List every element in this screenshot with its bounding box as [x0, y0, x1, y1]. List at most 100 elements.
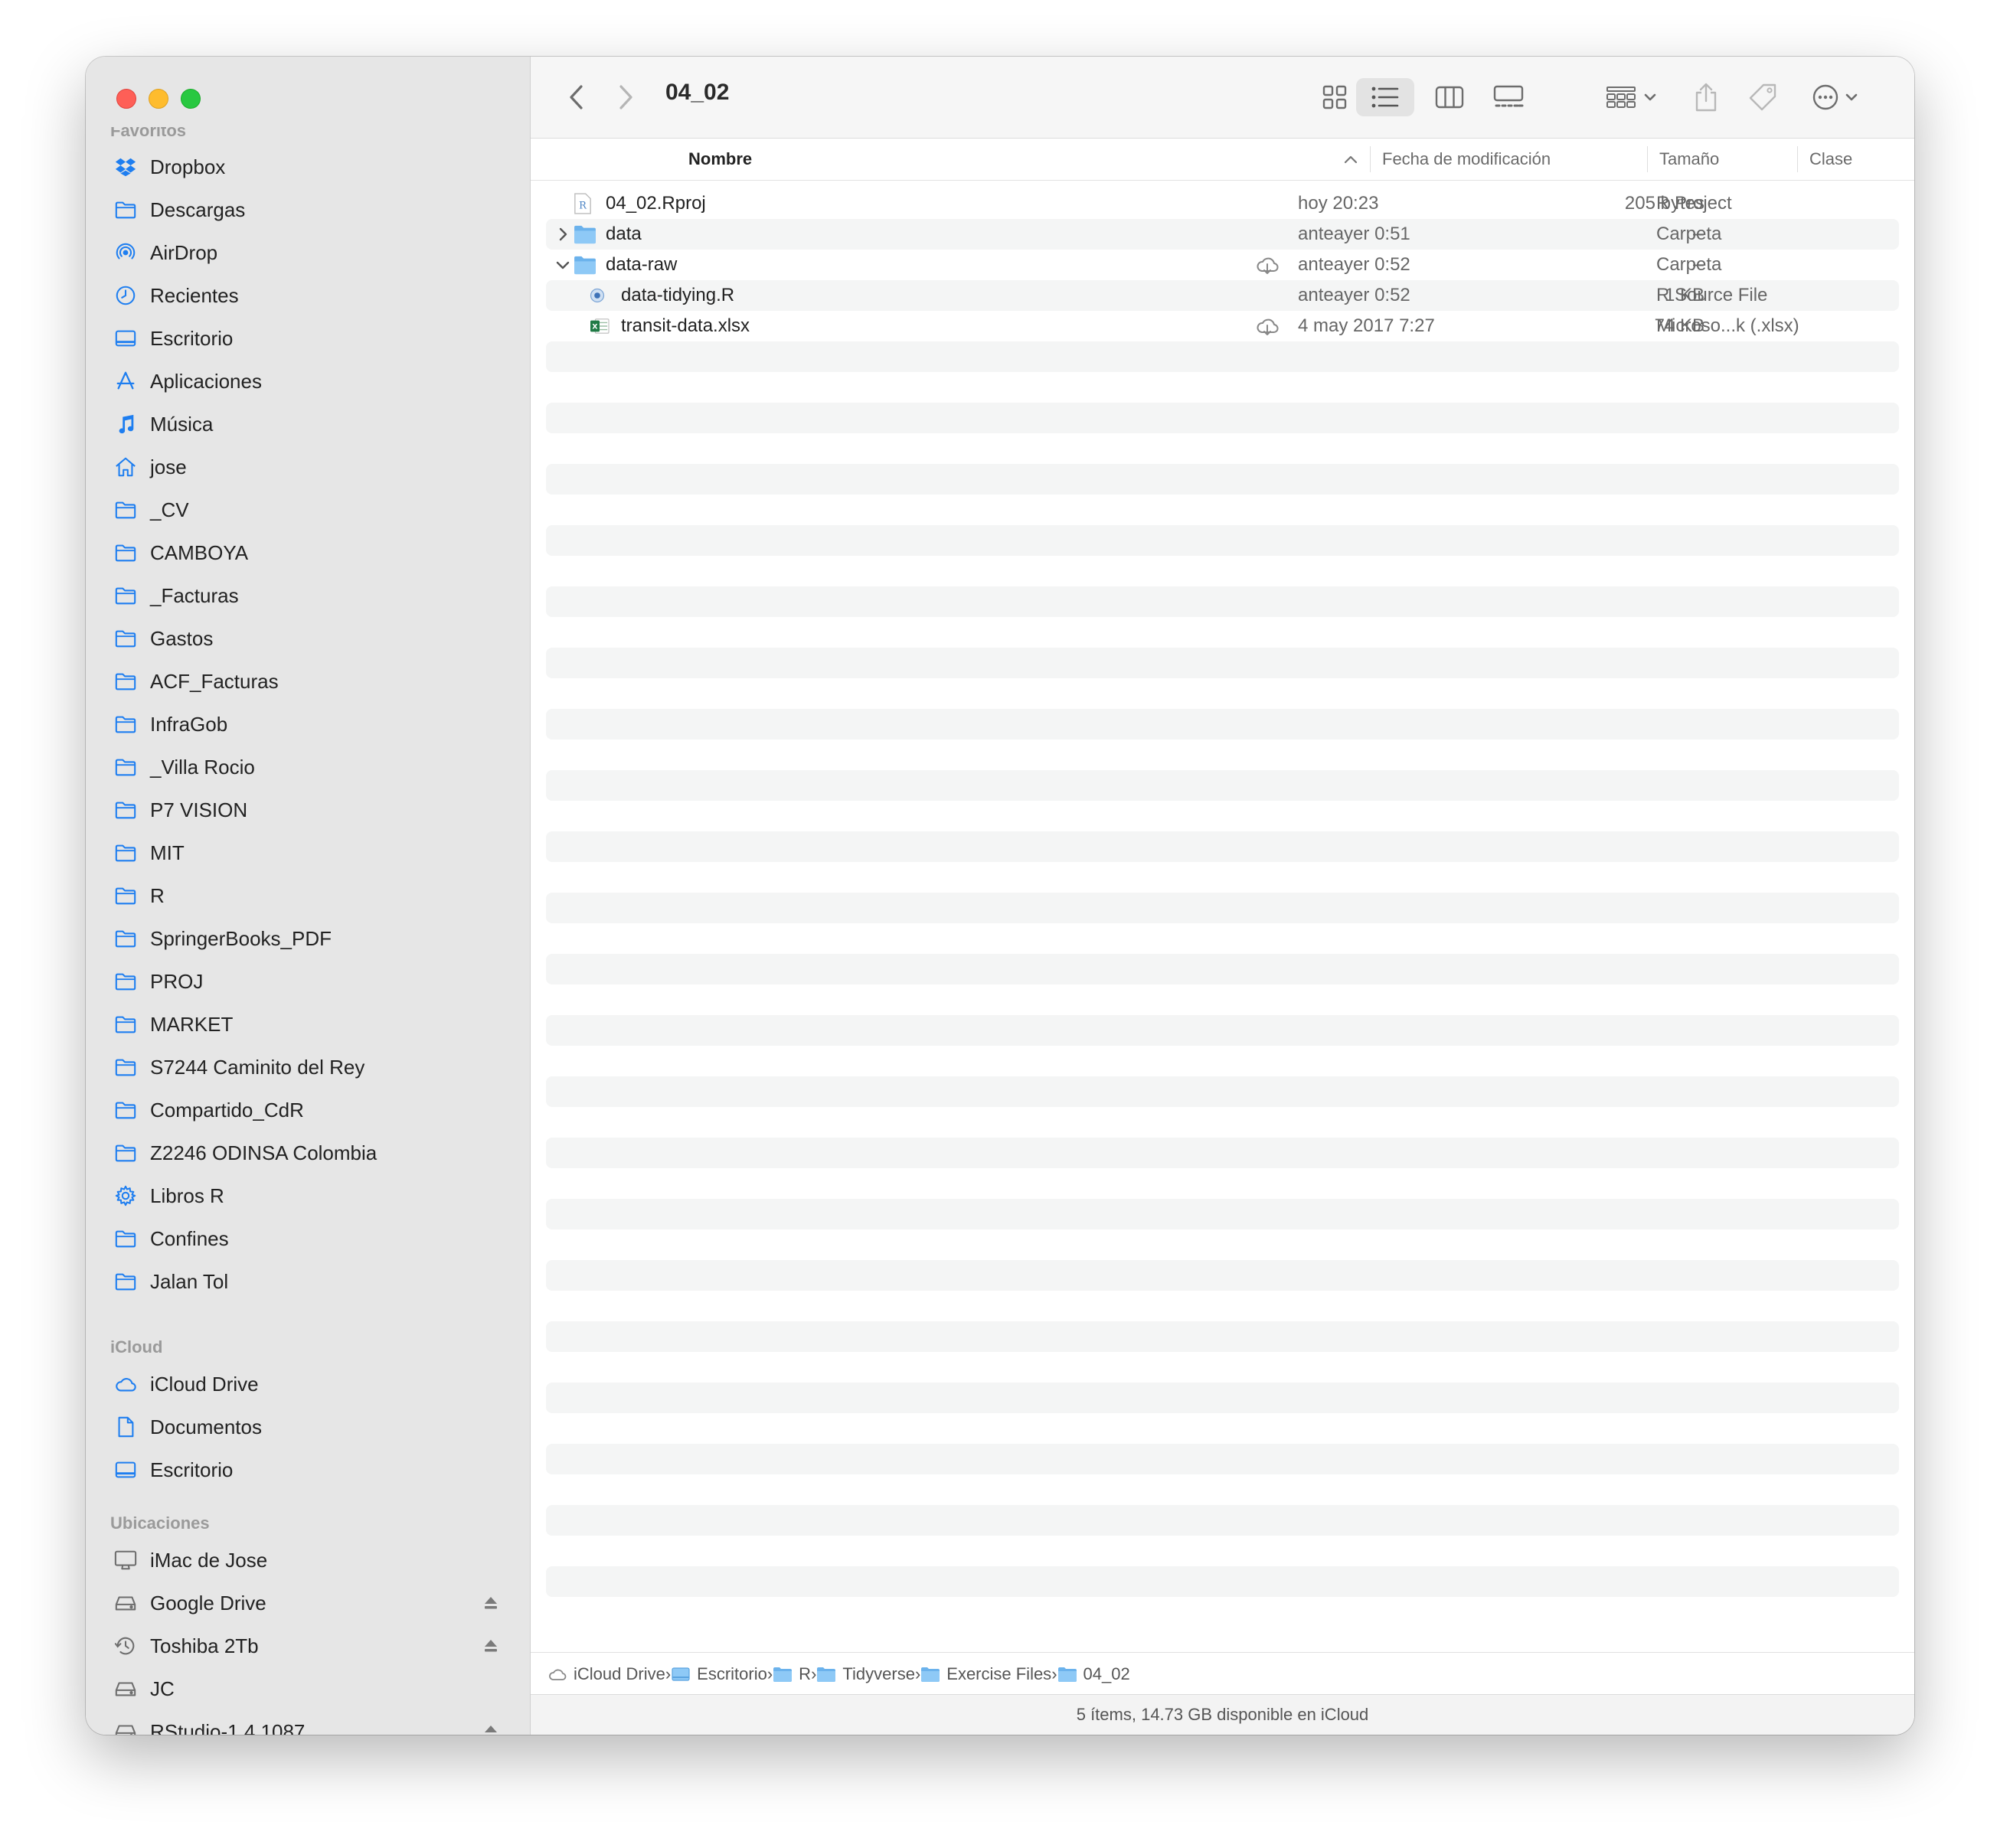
sidebar-item-cv[interactable]: _CV	[86, 488, 530, 531]
list-view-button[interactable]	[1356, 78, 1414, 116]
tags-button[interactable]	[1744, 78, 1782, 116]
sidebar-item-facturas[interactable]: _Facturas	[86, 574, 530, 617]
sidebar-item-rstudio-1-4-1087[interactable]: RStudio-1.4.1087	[86, 1710, 530, 1735]
sidebar-item-mit[interactable]: MIT	[86, 831, 530, 874]
path-item-escritorio[interactable]: Escritorio	[671, 1664, 767, 1684]
eject-icon[interactable]	[482, 1595, 499, 1611]
sidebar-item-confines[interactable]: Confines	[86, 1217, 530, 1260]
icon-view-button[interactable]	[1310, 78, 1359, 116]
folder-icon	[113, 841, 138, 865]
sidebar-item-s7244-caminito-del-rey[interactable]: S7244 Caminito del Rey	[86, 1046, 530, 1089]
sidebar-item-jalan-tol[interactable]: Jalan Tol	[86, 1260, 530, 1303]
sidebar-item-label: SpringerBooks_PDF	[150, 926, 332, 950]
file-row-data[interactable]: data anteayer 0:51 -- Carpeta	[546, 219, 1899, 250]
path-item-exercise-files[interactable]: Exercise Files	[920, 1664, 1051, 1684]
folder-icon	[113, 1012, 138, 1037]
close-button[interactable]	[116, 89, 136, 109]
eject-icon[interactable]	[482, 1723, 499, 1735]
forward-button[interactable]	[610, 78, 641, 116]
path-item-tidyverse[interactable]: Tidyverse	[816, 1664, 915, 1684]
back-button[interactable]	[561, 78, 592, 116]
zoom-button[interactable]	[181, 89, 201, 109]
sidebar-item-acf-facturas[interactable]: ACF_Facturas	[86, 660, 530, 703]
sidebar-item-label: S7244 Caminito del Rey	[150, 1055, 365, 1079]
folder-icon	[113, 798, 138, 822]
eject-icon[interactable]	[482, 1637, 499, 1654]
sidebar-item-imac-de-jose[interactable]: iMac de Jose	[86, 1539, 530, 1582]
sidebar-item-libros-r[interactable]: Libros R	[86, 1174, 530, 1217]
column-name[interactable]: Nombre	[688, 139, 752, 180]
desktop-icon	[671, 1666, 691, 1683]
path-item-04-02[interactable]: 04_02	[1057, 1664, 1130, 1684]
sidebar-item-label: _CV	[150, 498, 189, 521]
path-item-icloud-drive[interactable]: iCloud Drive	[547, 1664, 665, 1684]
sidebar-item-villa-rocio[interactable]: _Villa Rocio	[86, 746, 530, 789]
file-row-data-tidying-r[interactable]: data-tidying.R anteayer 0:52 1 KB R Source …	[546, 280, 1899, 311]
cloud-download-icon[interactable]	[1255, 254, 1280, 276]
file-name: data-raw	[606, 254, 678, 275]
path-label: iCloud Drive	[574, 1664, 665, 1683]
empty-row	[546, 1413, 1899, 1444]
sidebar-item-airdrop[interactable]: AirDrop	[86, 231, 530, 274]
sidebar-item-dropbox[interactable]: Dropbox	[86, 145, 530, 188]
empty-row	[546, 740, 1899, 770]
sidebar-item-escritorio[interactable]: Escritorio	[86, 317, 530, 360]
file-list[interactable]: R 04_02.Rproj hoy 20:23 205 bytes R Project d…	[546, 188, 1899, 1628]
sidebar-item-documentos[interactable]: Documentos	[86, 1406, 530, 1448]
empty-row	[546, 495, 1899, 525]
sidebar-item-escritorio[interactable]: Escritorio	[86, 1448, 530, 1491]
sidebar-item-label: AirDrop	[150, 240, 218, 264]
sidebar-item-camboya[interactable]: CAMBOYA	[86, 531, 530, 574]
sidebar-item-springerbooks-pdf[interactable]: SpringerBooks_PDF	[86, 917, 530, 960]
file-date: 4 may 2017 7:27	[1298, 315, 1435, 336]
empty-row	[546, 1138, 1899, 1168]
sidebar-item-jose[interactable]: jose	[86, 446, 530, 488]
sidebar-item-proj[interactable]: PROJ	[86, 960, 530, 1003]
path-label: R	[799, 1664, 812, 1683]
path-label: 04_02	[1083, 1664, 1130, 1683]
sidebar-list[interactable]: Favoritos Dropbox Descargas AirDrop Recient…	[86, 127, 530, 1735]
column-view-button[interactable]	[1425, 78, 1474, 116]
sidebar-item-m-sica[interactable]: Música	[86, 403, 530, 446]
empty-row	[546, 1536, 1899, 1566]
folder-icon	[113, 969, 138, 994]
sidebar-item-toshiba-2tb[interactable]: Toshiba 2Tb	[86, 1624, 530, 1667]
sidebar-item-recientes[interactable]: Recientes	[86, 274, 530, 317]
sidebar-item-z2246-odinsa-colombia[interactable]: Z2246 ODINSA Colombia	[86, 1131, 530, 1174]
cloud-download-icon[interactable]	[1255, 315, 1280, 337]
empty-row	[546, 586, 1899, 617]
empty-row	[546, 678, 1899, 709]
folder-icon	[113, 712, 138, 736]
sidebar-item-p7-vision[interactable]: P7 VISION	[86, 789, 530, 831]
sidebar-item-icloud-drive[interactable]: iCloud Drive	[86, 1363, 530, 1406]
gallery-view-button[interactable]	[1482, 78, 1535, 116]
minimize-button[interactable]	[149, 89, 168, 109]
folder-icon	[113, 583, 138, 608]
file-row-data-raw[interactable]: data-raw anteayer 0:52 -- Carpeta	[546, 250, 1899, 280]
column-kind[interactable]: Clase	[1809, 139, 1852, 180]
sidebar-item-aplicaciones[interactable]: Aplicaciones	[86, 360, 530, 403]
sidebar-item-descargas[interactable]: Descargas	[86, 188, 530, 231]
action-menu-button[interactable]	[1808, 78, 1869, 116]
file-row-04-02-rproj[interactable]: R 04_02.Rproj hoy 20:23 205 bytes R Project	[546, 188, 1899, 219]
sidebar-item-google-drive[interactable]: Google Drive	[86, 1582, 530, 1624]
sidebar-item-market[interactable]: MARKET	[86, 1003, 530, 1046]
gallery-icon	[1493, 85, 1524, 107]
sidebar-item-label: JC	[150, 1677, 175, 1700]
column-date[interactable]: Fecha de modificación	[1382, 139, 1551, 180]
sidebar-item-r[interactable]: R	[86, 874, 530, 917]
sidebar-item-gastos[interactable]: Gastos	[86, 617, 530, 660]
gear-icon	[113, 1184, 138, 1208]
empty-row	[546, 801, 1899, 831]
disclosure-open-icon[interactable]	[554, 256, 572, 274]
sidebar-item-jc[interactable]: JC	[86, 1667, 530, 1710]
path-item-r[interactable]: R	[773, 1664, 811, 1684]
disclosure-closed-icon[interactable]	[554, 225, 572, 243]
document-icon	[113, 1415, 138, 1439]
column-size[interactable]: Tamaño	[1659, 139, 1719, 180]
sidebar-item-compartido-cdr[interactable]: Compartido_CdR	[86, 1089, 530, 1131]
file-row-transit-data-xlsx[interactable]: Xtransit-data.xlsx 4 may 2017 7:27 74 KB Mi…	[546, 311, 1899, 341]
group-button[interactable]	[1603, 78, 1664, 116]
sidebar-item-infragob[interactable]: InfraGob	[86, 703, 530, 746]
share-button[interactable]	[1687, 78, 1725, 116]
